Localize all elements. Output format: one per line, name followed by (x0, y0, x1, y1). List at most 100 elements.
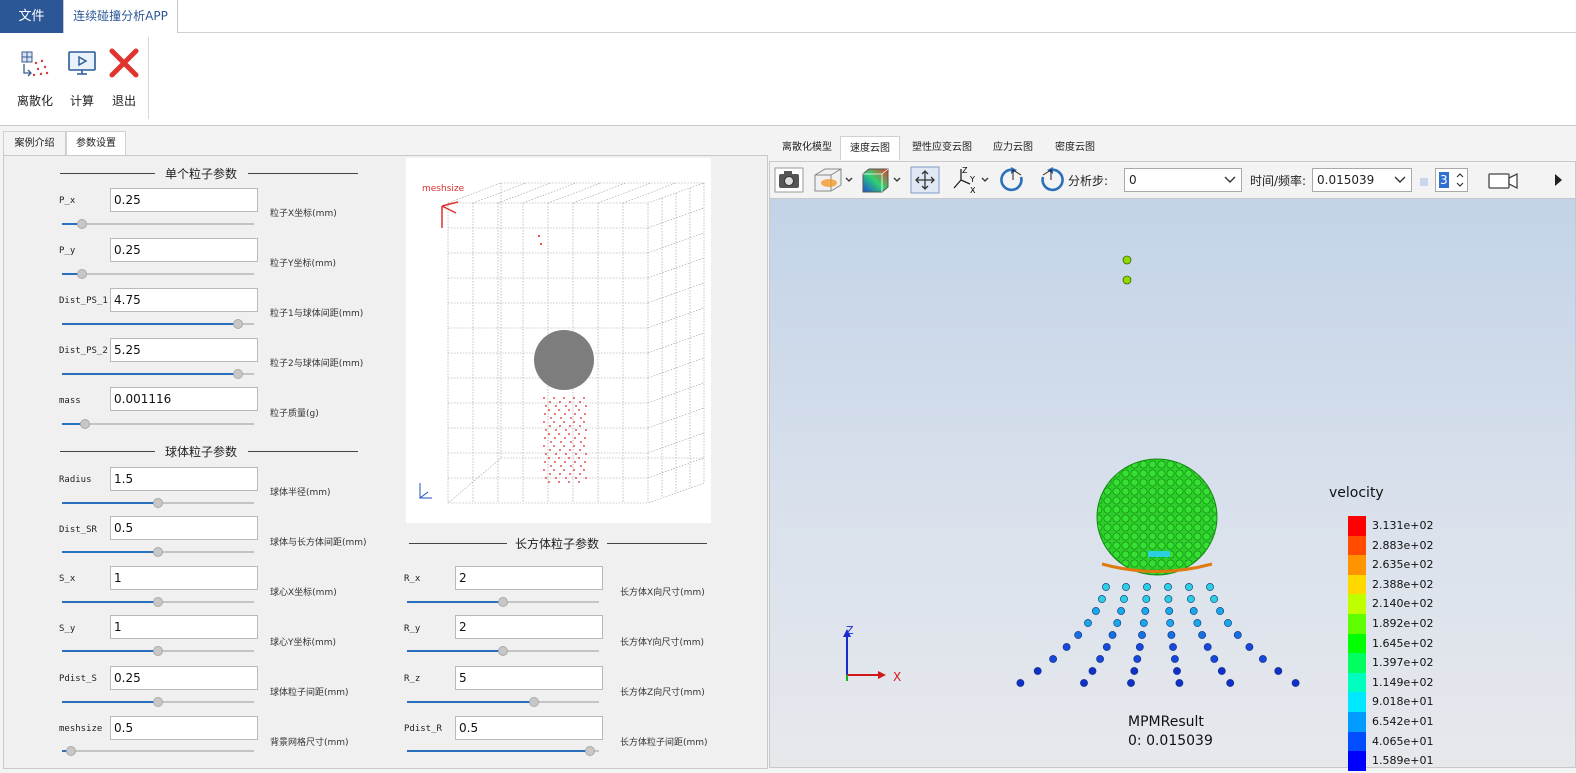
slider-r-y[interactable] (407, 646, 599, 656)
slider-s-x[interactable] (62, 597, 254, 607)
rotate-ccw-icon[interactable] (1036, 166, 1066, 194)
param-desc: 粒子质量(g) (270, 409, 319, 419)
param-label: P_y (59, 246, 76, 256)
tab-plastic-strain-contour[interactable]: 塑性应变云图 (904, 136, 980, 160)
section-sphere-title: 球体粒子参数 (60, 443, 358, 459)
exit-button[interactable]: 退出 (106, 43, 142, 113)
discretize-icon (21, 51, 49, 77)
param-desc: 粒子1与球体间距(mm) (270, 309, 364, 319)
slider-dist-ps-1[interactable] (62, 319, 254, 329)
discretize-button[interactable]: 离散化 (12, 43, 58, 113)
section-single-title: 单个粒子参数 (60, 165, 358, 181)
param-label: meshsize (59, 724, 103, 734)
param-input-dist-ps-1[interactable]: 4.75 (110, 288, 258, 312)
param-label: P_x (59, 196, 76, 206)
svg-text:Y: Y (969, 175, 975, 184)
tab-velocity-contour[interactable]: 速度云图 (840, 136, 900, 160)
param-label: Dist_PS_2 (59, 346, 108, 356)
param-input-pdist-r[interactable]: 0.5 (455, 716, 603, 740)
slider-r-z[interactable] (407, 697, 599, 707)
param-input-p-x[interactable]: 0.25 (110, 188, 258, 212)
slider-radius[interactable] (62, 498, 254, 508)
tab-stress-contour[interactable]: 应力云图 (984, 136, 1042, 160)
param-input-s-y[interactable]: 1 (110, 615, 258, 639)
legend-value: 2.140e+02 (1372, 597, 1434, 611)
legend-swatch (1348, 731, 1366, 752)
result-tab-bar: 离散化模型 速度云图 塑性应变云图 应力云图 密度云图 (770, 136, 1576, 160)
point-size-spinbox[interactable]: 3 (1435, 168, 1468, 192)
legend-swatch (1348, 555, 1366, 575)
axis-orientation-icon[interactable]: Z Y X (950, 166, 990, 194)
tab-param-settings[interactable]: 参数设置 (66, 131, 126, 155)
legend-swatch (1348, 633, 1366, 654)
param-input-r-x[interactable]: 2 (455, 566, 603, 590)
param-input-r-z[interactable]: 5 (455, 666, 603, 690)
slider-meshsize[interactable] (62, 746, 254, 756)
legend-value: 1.645e+02 (1372, 636, 1434, 650)
legend-swatch (1348, 712, 1366, 732)
slider-s-y[interactable] (62, 646, 254, 656)
param-desc: 粒子2与球体间距(mm) (270, 359, 364, 369)
slider-pdist-s[interactable] (62, 697, 254, 707)
tab-case-intro[interactable]: 案例介绍 (3, 131, 66, 155)
legend-swatch (1348, 692, 1366, 712)
compute-button[interactable]: 计算 (63, 43, 101, 113)
param-input-pdist-s[interactable]: 0.25 (110, 666, 258, 690)
model-preview: meshsize (406, 158, 711, 523)
param-label: mass (59, 396, 81, 406)
analysis-step-select[interactable]: 0 (1124, 168, 1242, 192)
axis-z-label: Z (846, 624, 854, 637)
result-viewport[interactable]: Z X velocity 3.131e+02 2.883e+02 2.635e+02… (769, 198, 1576, 771)
contour-cube-icon[interactable] (860, 166, 902, 194)
slider-mass[interactable] (62, 419, 254, 429)
svg-text:Z: Z (962, 166, 968, 175)
param-label: R_y (404, 624, 421, 634)
slider-r-x[interactable] (407, 597, 599, 607)
toolbar-overflow-icon[interactable] (1552, 166, 1566, 194)
param-desc: 粒子Y坐标(mm) (270, 259, 337, 269)
param-input-meshsize[interactable]: 0.5 (110, 716, 258, 740)
slider-dist-ps-2[interactable] (62, 369, 254, 379)
legend-value: 1.589e+01 (1372, 754, 1434, 768)
tab-density-contour[interactable]: 密度云图 (1046, 136, 1104, 160)
fit-view-icon[interactable] (910, 166, 940, 194)
param-desc: 长方体Y向尺寸(mm) (620, 638, 705, 648)
analysis-step-label: 分析步: (1068, 174, 1109, 188)
legend-swatch (1348, 574, 1366, 595)
chevron-down-icon (1224, 176, 1236, 183)
legend-value: 1.892e+02 (1372, 617, 1434, 630)
slider-p-x[interactable] (62, 219, 254, 229)
rotate-cw-icon[interactable] (998, 166, 1028, 194)
menu-file[interactable]: 文件 (0, 0, 63, 33)
slider-p-y[interactable] (62, 269, 254, 279)
time-frequency-select[interactable]: 0.015039 (1312, 168, 1412, 192)
tab-app[interactable]: 连续碰撞分析APP (63, 0, 178, 34)
param-input-p-y[interactable]: 0.25 (110, 238, 258, 262)
slider-dist-sr[interactable] (62, 547, 254, 557)
legend-swatch (1348, 516, 1366, 536)
param-input-r-y[interactable]: 2 (455, 615, 603, 639)
legend-value: 9.018e+01 (1372, 695, 1434, 709)
param-desc: 球心X坐标(mm) (270, 588, 337, 598)
tab-discrete-model[interactable]: 离散化模型 (774, 136, 840, 160)
param-input-radius[interactable]: 1.5 (110, 467, 258, 491)
legend-value: 1.149e+02 (1372, 675, 1434, 689)
param-input-dist-sr[interactable]: 0.5 (110, 516, 258, 540)
param-label: S_x (59, 574, 76, 584)
param-input-mass[interactable]: 0.001116 (110, 387, 258, 411)
legend-value: 1.397e+02 (1372, 656, 1434, 670)
point-size-swatch (1420, 178, 1428, 186)
compute-label: 计算 (69, 94, 94, 108)
camera-icon[interactable] (774, 166, 804, 194)
param-input-dist-ps-2[interactable]: 5.25 (110, 338, 258, 362)
param-input-s-x[interactable]: 1 (110, 566, 258, 590)
section-view-icon[interactable] (812, 166, 854, 194)
param-desc: 球心Y坐标(mm) (270, 638, 337, 648)
slider-pdist-r[interactable] (407, 746, 599, 756)
svg-text:X: X (970, 186, 976, 194)
legend-value: 2.635e+02 (1372, 558, 1434, 572)
legend-value: 4.065e+01 (1372, 734, 1434, 748)
video-camera-icon[interactable] (1486, 166, 1520, 194)
legend-title: velocity (1329, 485, 1384, 501)
legend-swatch (1348, 672, 1366, 693)
